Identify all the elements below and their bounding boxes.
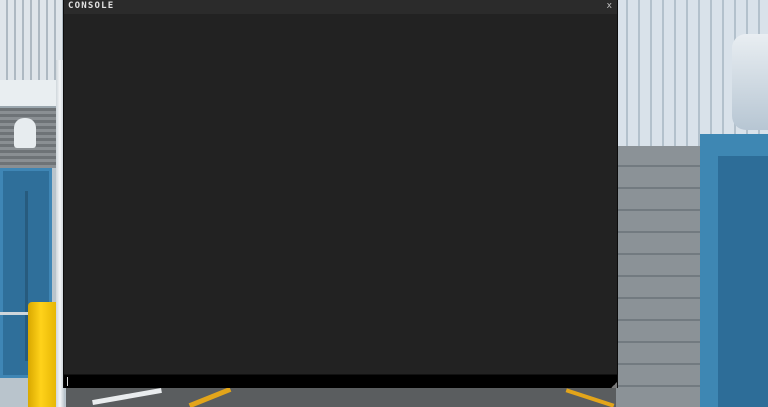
- wall-lamp: [14, 118, 36, 148]
- right-blue-door: [718, 156, 768, 407]
- text-caret: [67, 377, 68, 386]
- console-log-area[interactable]: [66, 16, 615, 372]
- console-window[interactable]: CONSOLE x: [63, 0, 618, 388]
- close-icon[interactable]: x: [607, 1, 612, 11]
- left-building-canopy: [0, 80, 64, 109]
- resize-grip-icon[interactable]: [611, 382, 617, 388]
- console-input-field[interactable]: [64, 374, 617, 388]
- console-titlebar[interactable]: CONSOLE x: [64, 0, 617, 14]
- console-title: CONSOLE: [68, 1, 115, 11]
- right-wall-light: [732, 34, 768, 130]
